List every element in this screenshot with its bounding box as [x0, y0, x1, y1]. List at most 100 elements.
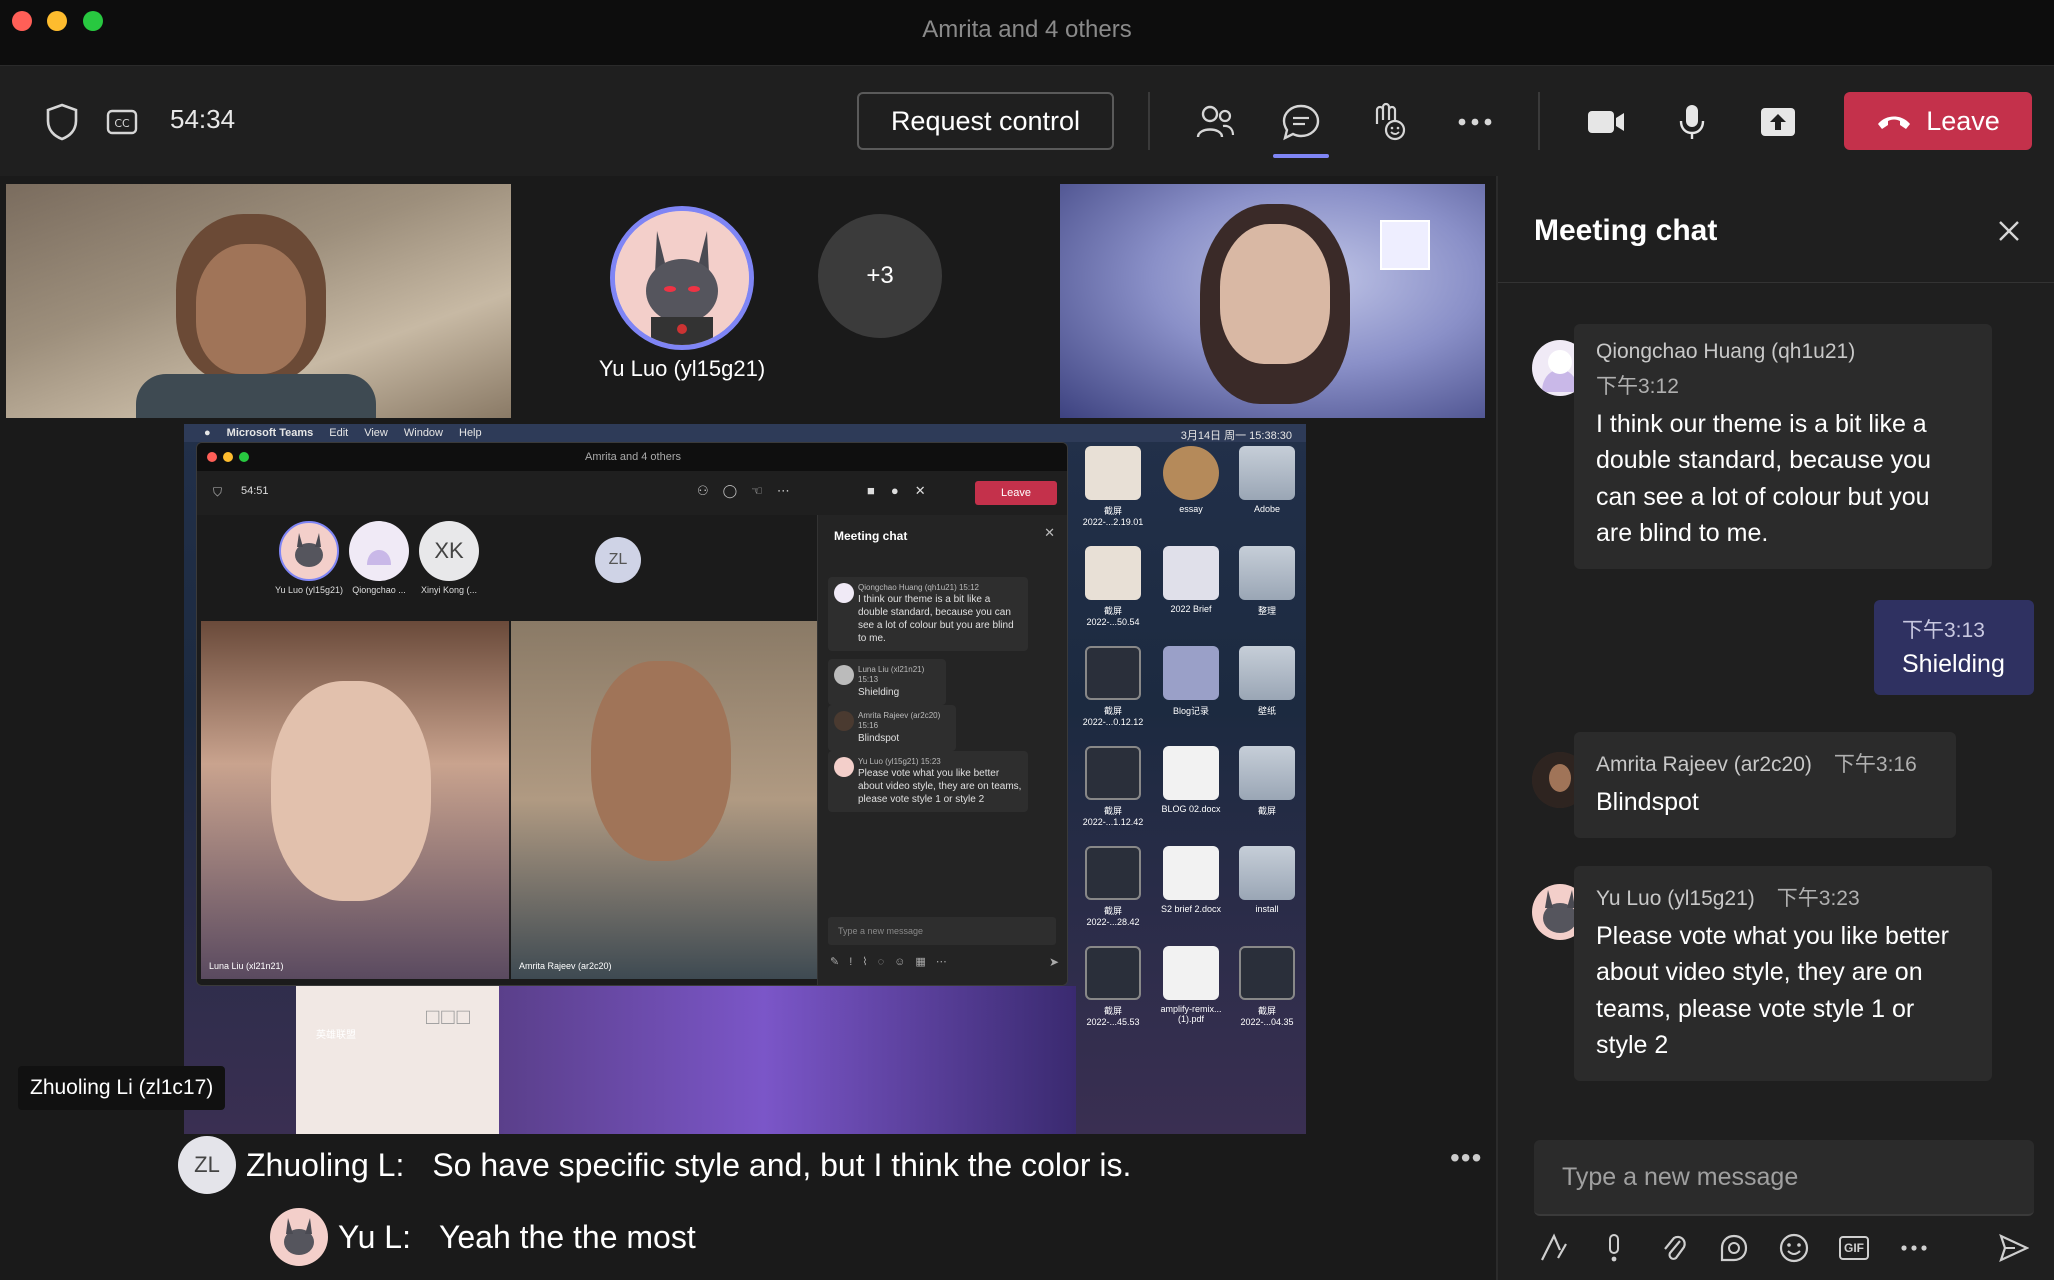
chat-message[interactable]: Qiongchao Huang (qh1u21) 下午3:12 I think … — [1574, 324, 1992, 569]
captions-more-icon[interactable]: ••• — [1450, 1142, 1482, 1174]
shared-toolbar-icons: ⚇◯☜⋯ — [697, 483, 804, 498]
shared-avatar-zl: ZL — [595, 537, 641, 583]
shared-chat-text: Shielding — [858, 686, 900, 698]
chat-header-divider — [1498, 282, 2054, 283]
emoji-icon[interactable] — [1774, 1228, 1814, 1268]
loop-icon[interactable] — [1714, 1228, 1754, 1268]
shared-close-dot — [207, 452, 217, 462]
priority-icon[interactable] — [1594, 1228, 1634, 1268]
more-participants-button[interactable]: +3 — [818, 214, 942, 338]
shared-chat-message: Qiongchao Huang (qh1u21) 15:12 I think o… — [828, 577, 1028, 652]
shared-av-icons: ■●✕ — [867, 483, 942, 498]
participant-video-amrita[interactable] — [6, 184, 511, 418]
request-control-button[interactable]: Request control — [857, 92, 1114, 150]
caption-speaker: Zhuoling L: — [246, 1146, 405, 1183]
chat-title: Meeting chat — [1534, 214, 1718, 247]
desktop-item-label: Adobe — [1253, 504, 1281, 514]
desktop-item: 截屏 — [1232, 746, 1302, 817]
shared-toolbar: ⛉ 54:51 ⚇◯☜⋯ ■●✕ Leave — [197, 471, 1067, 515]
desktop-item: 2022 Brief — [1156, 546, 1226, 614]
menubar-item: Help — [459, 427, 482, 439]
desktop-item: 截屏 2022-...50.54 — [1078, 546, 1148, 627]
desktop-item: essay — [1156, 446, 1226, 514]
caption-text: So have specific style and, but I think … — [432, 1146, 1132, 1183]
desktop-item-thumb — [1085, 646, 1141, 700]
placeholder-boxes: □□□ — [426, 1004, 472, 1029]
desktop-item: 截屏 2022-...28.42 — [1078, 846, 1148, 927]
phone-icon — [1876, 106, 1912, 137]
desktop-item-thumb — [1085, 946, 1141, 1000]
more-icon[interactable] — [1452, 100, 1498, 144]
shared-window-title: Amrita and 4 others — [197, 443, 1067, 471]
desktop-item-label: 截屏 2022-...2.19.01 — [1082, 506, 1144, 527]
message-composer — [1534, 1140, 2034, 1216]
menubar-item: Edit — [329, 427, 349, 439]
attach-icon[interactable] — [1654, 1228, 1694, 1268]
gif-icon[interactable]: GIF — [1834, 1228, 1874, 1268]
message-text: Please vote what you like better about v… — [1596, 922, 1949, 1059]
shared-teams-window: Amrita and 4 others ⛉ 54:51 ⚇◯☜⋯ ■●✕ Lea… — [196, 442, 1068, 986]
reactions-icon[interactable] — [1364, 100, 1410, 144]
shared-chat-time: 15:23 — [920, 757, 941, 766]
desktop-item-thumb — [1085, 746, 1141, 800]
chat-message[interactable]: Amrita Rajeev (ar2c20) 下午3:16 Blindspot — [1574, 732, 1956, 839]
camera-icon[interactable] — [1584, 100, 1628, 144]
desktop-item-label: essay — [1179, 504, 1203, 514]
shared-chat-sender: Amrita Rajeev (ar2c20) 15:16 — [858, 711, 950, 732]
shared-chat-sender-name: Qiongchao Huang (qh1u21) — [858, 583, 957, 592]
caption-row: ZL Zhuoling L: So have specific style an… — [178, 1136, 1131, 1194]
desktop-item-label: 截屏 2022-...28.42 — [1086, 906, 1140, 927]
shared-chat-avatar — [834, 711, 854, 731]
participant-video-luna[interactable] — [1060, 184, 1485, 418]
caption-avatar-zl: ZL — [178, 1136, 236, 1194]
shared-chat-sender: Yu Luo (yl15g21) 15:23 — [858, 757, 1022, 767]
share-icon[interactable] — [1756, 100, 1800, 144]
desktop-item-thumb — [1085, 546, 1141, 600]
menubar-clock: 3月14日 周一 15:38:30 — [1180, 430, 1292, 442]
mic-icon[interactable] — [1670, 100, 1714, 144]
send-icon[interactable] — [1994, 1228, 2034, 1268]
more-options-icon[interactable] — [1894, 1228, 1934, 1268]
desktop-item: 截屏 2022-...1.12.42 — [1078, 746, 1148, 827]
my-chat-message[interactable]: 下午3:13 Shielding — [1874, 600, 2034, 695]
mac-menubar: ● Microsoft Teams Edit View Window Help … — [184, 424, 1306, 442]
message-sender: Yu Luo (yl15g21) — [1596, 887, 1755, 910]
desktop-item-label: 截屏 2022-...1.12.42 — [1082, 806, 1144, 827]
shared-screen: ● Microsoft Teams Edit View Window Help … — [184, 424, 1306, 1134]
shared-chat-input: Type a new message — [828, 917, 1056, 945]
meeting-timer: 54:34 — [170, 104, 236, 134]
shared-chat-title: Meeting chat — [834, 529, 908, 543]
caption-row: Yu L: Yeah the the most — [270, 1208, 696, 1266]
desktop-icons: 截屏 2022-...2.19.01 essay Adobe 截屏 2022-.… — [1076, 446, 1306, 1126]
desktop-item-label: 截屏 2022-...50.54 — [1086, 606, 1140, 627]
desktop-item-label: 截屏 — [1257, 806, 1276, 816]
shared-chat-time: 15:12 — [958, 583, 980, 592]
toolbar-divider — [1148, 92, 1150, 150]
chat-message[interactable]: Yu Luo (yl15g21) 下午3:23 Please vote what… — [1574, 866, 1992, 1081]
message-time: 下午3:16 — [1833, 753, 1917, 776]
desktop-item: 截屏 2022-...04.35 — [1232, 946, 1302, 1027]
desktop-item: install — [1232, 846, 1302, 914]
format-icon[interactable] — [1534, 1228, 1574, 1268]
chat-icon[interactable] — [1278, 100, 1324, 144]
shared-video-name-amrita: Amrita Rajeev (ar2c20) — [519, 961, 612, 971]
shared-video-name-luna: Luna Liu (xl21n21) — [209, 961, 284, 971]
desktop-item: 壁纸 — [1232, 646, 1302, 717]
shield-icon[interactable] — [42, 102, 82, 142]
desktop-item-thumb — [1085, 446, 1141, 500]
message-time: 下午3:13 — [1902, 619, 1985, 642]
captions-icon[interactable]: CC — [104, 104, 140, 140]
leave-button[interactable]: Leave — [1844, 92, 2032, 150]
people-icon[interactable] — [1192, 100, 1238, 144]
message-input[interactable] — [1534, 1140, 2034, 1214]
svg-text:CC: CC — [114, 117, 130, 130]
desktop-item-label: 截屏 2022-...04.35 — [1240, 1006, 1294, 1027]
teams-meeting-window: Amrita and 4 others CC 54:34 Request con… — [0, 0, 2054, 1280]
wall-poster — [1380, 220, 1430, 270]
close-icon[interactable] — [1994, 216, 2024, 246]
message-text: I think our theme is a bit like a double… — [1596, 410, 1931, 547]
yu-luo-name: Yu Luo (yl15g21) — [598, 356, 766, 381]
shared-chat-message: Yu Luo (yl15g21) 15:23 Please vote what … — [828, 751, 1028, 813]
yu-luo-avatar[interactable] — [610, 206, 754, 350]
desktop-item-thumb — [1163, 646, 1219, 700]
